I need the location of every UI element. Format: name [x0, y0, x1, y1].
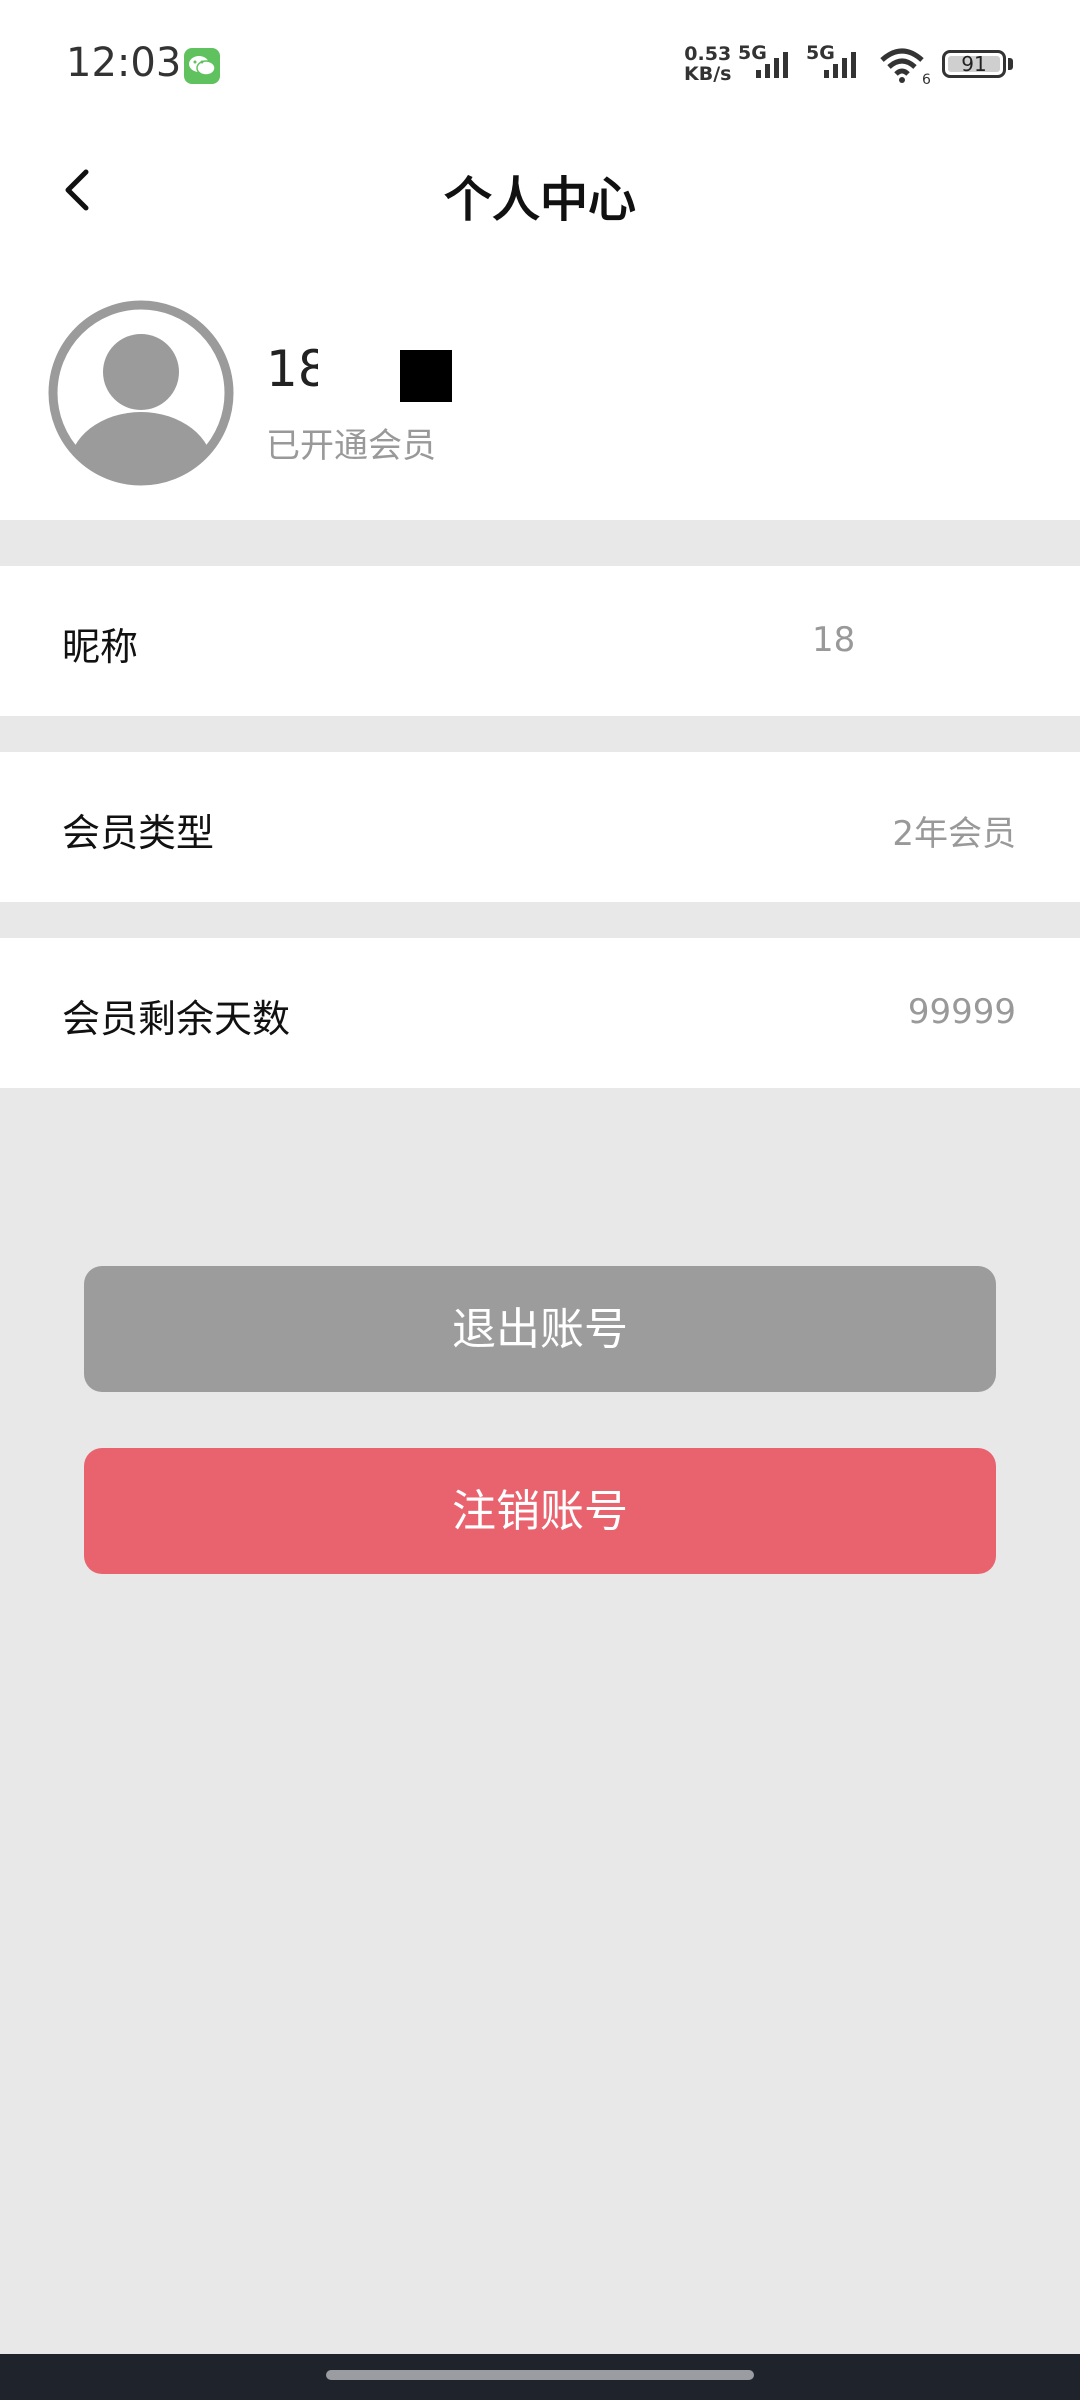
- remaining-days-label: 会员剩余天数: [62, 997, 291, 1041]
- profile-card: 18 已开通会员: [0, 250, 1080, 520]
- remaining-days-row: 会员剩余天数 99999: [0, 938, 1080, 1088]
- nickname-value: 18: [812, 620, 856, 660]
- system-navigation-bar: [0, 2354, 1080, 2400]
- signal-strength-icon: [756, 52, 788, 78]
- status-time: 12:03: [66, 40, 182, 86]
- wechat-notification-icon: [184, 48, 220, 84]
- logout-button[interactable]: 退出账号: [84, 1266, 996, 1392]
- member-type-row: 会员类型 2年会员: [0, 752, 1080, 902]
- network-speed: 0.53 KB/s: [684, 44, 731, 84]
- member-type-value: 2年会员: [892, 814, 1016, 854]
- network-speed-unit: KB/s: [684, 63, 732, 85]
- page-header: 个人中心: [0, 130, 1080, 250]
- battery-level: 91: [961, 52, 987, 76]
- cancel-account-button[interactable]: 注销账号: [84, 1448, 996, 1574]
- wifi-badge: 6: [922, 72, 931, 86]
- battery-tip: [1008, 58, 1013, 70]
- redacted-area: [860, 586, 1060, 696]
- signal-strength-icon: [824, 52, 856, 78]
- nickname-label: 昵称: [62, 625, 139, 669]
- status-bar: 12:03 0.53 KB/s 5G 5G 6 91: [0, 0, 1080, 130]
- remaining-days-value: 99999: [907, 992, 1016, 1032]
- battery-icon: 91: [942, 50, 1006, 78]
- page-title: 个人中心: [443, 172, 636, 228]
- redaction-block: [400, 350, 452, 402]
- avatar[interactable]: [48, 300, 234, 486]
- membership-status: 已开通会员: [266, 426, 436, 466]
- nickname-row[interactable]: 昵称 18: [0, 566, 1080, 716]
- member-type-label: 会员类型: [62, 811, 215, 855]
- wifi-icon: 6: [880, 48, 931, 86]
- home-gesture-handle[interactable]: [326, 2370, 754, 2380]
- network-speed-value: 0.53: [684, 43, 732, 65]
